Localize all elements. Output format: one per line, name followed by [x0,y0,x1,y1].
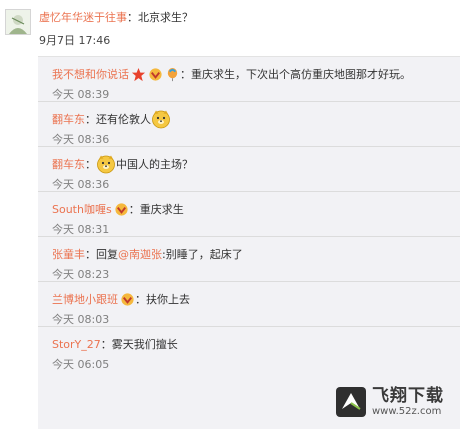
reply-timestamp: 今天 06:05 [52,358,110,371]
parent-timestamp: 9月7日 17:46 [39,34,111,47]
reply-timestamp: 今天 08:03 [52,313,110,326]
star-badge-icon[interactable] [131,67,146,82]
reply-username[interactable]: 翻车东 [52,111,85,127]
reply-item: South咖喱s ：重庆求生 今天 08:31 [38,192,460,237]
reply-item: 张童丰 ：回复 @南迦张 :别睡了，起床了 今天 08:23 [38,237,460,282]
reply-timestamp: 今天 08:36 [52,133,110,146]
reply-timestamp: 今天 08:36 [52,178,110,191]
reply-prefix: ：回复 [85,248,118,261]
reply-username[interactable]: 翻车东 [52,156,85,172]
reply-text: 中国人的主场？ [116,158,193,171]
reply-text: ：重庆求生 [128,203,184,216]
reply-item: 翻车东 ： 中国人的主场？ 今天 08:36 [38,147,460,192]
doge-emoji-icon [97,155,115,174]
parent-comment-line: 虚忆年华迷于往事：北京求生？ [39,9,193,25]
parent-username[interactable]: 虚忆年华迷于往事 [39,11,127,24]
avatar[interactable] [5,9,31,35]
vip-badge-icon[interactable] [114,202,129,217]
reply-text: ：雾天我们擅长 [100,338,178,351]
reply-item: 兰博地小跟班 ：扶你上去 今天 08:03 [38,282,460,327]
reply-text: ：扶你上去 [135,293,190,306]
reply-thread: 我不想和你说话 ：重庆求生，下次出个高仿重庆地图那才好玩。 今天 08:39 翻… [38,56,460,429]
reply-text: ：还有伦敦人 [85,113,151,126]
watermark-logo-icon [336,387,366,417]
reply-timestamp: 今天 08:39 [52,88,110,101]
reply-timestamp: 今天 08:31 [52,223,110,236]
watermark-url: www.52z.com [372,406,442,417]
reply-text: :别睡了，起床了 [162,248,243,261]
reply-item: StorY_27 ：雾天我们擅长 今天 06:05 [38,327,460,372]
reply-username[interactable]: StorY_27 [52,338,101,351]
doge-emoji-icon [152,110,170,129]
parent-comment-text: ：北京求生？ [127,11,193,24]
vip-badge-icon[interactable] [148,67,163,82]
mention-link[interactable]: @南迦张 [118,246,162,262]
reply-username[interactable]: South咖喱s [52,201,112,217]
balloon-badge-icon[interactable] [165,67,180,82]
reply-item: 我不想和你说话 ：重庆求生，下次出个高仿重庆地图那才好玩。 今天 08:39 [38,57,460,102]
reply-username[interactable]: 我不想和你说话 [52,66,129,82]
reply-item: 翻车东 ：还有伦敦人 今天 08:36 [38,102,460,147]
vip-badge-icon[interactable] [120,292,135,307]
reply-username[interactable]: 张童丰 [52,246,85,262]
watermark: 飞翔下载 www.52z.com [334,380,452,424]
reply-timestamp: 今天 08:23 [52,268,110,281]
reply-username[interactable]: 兰博地小跟班 [52,291,118,307]
parent-comment: 虚忆年华迷于往事：北京求生？ 9月7日 17:46 [0,0,460,54]
reply-text: ：重庆求生，下次出个高仿重庆地图那才好玩。 [180,68,411,81]
reply-separator: ： [85,158,96,171]
watermark-title: 飞翔下载 [372,386,444,406]
